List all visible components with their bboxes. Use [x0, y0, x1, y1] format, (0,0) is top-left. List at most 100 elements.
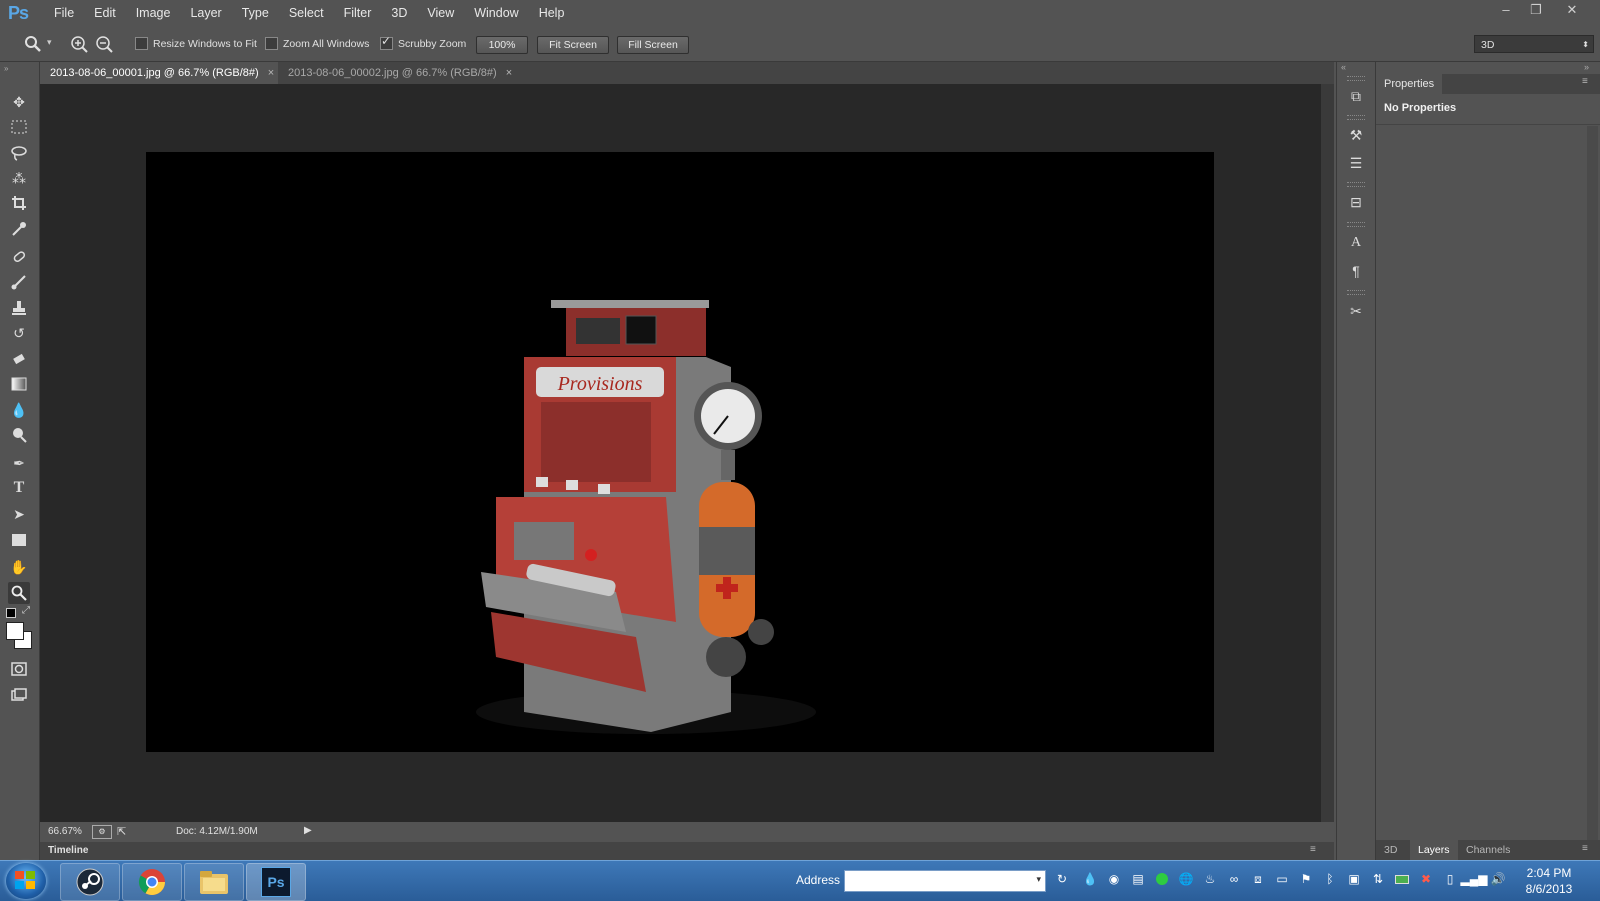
clone-stamp-tool-icon[interactable]	[8, 297, 30, 319]
history-brush-tool-icon[interactable]: ↺	[8, 322, 30, 344]
dodge-tool-icon[interactable]	[8, 424, 30, 446]
3d-panel-icon[interactable]: ⚒	[1345, 124, 1367, 146]
collapse-arrows-icon[interactable]: »	[4, 64, 8, 73]
status-map-icon[interactable]: ⚙	[92, 825, 112, 839]
preset-dropdown-icon[interactable]: ▾	[47, 37, 52, 48]
eraser-tool-icon[interactable]	[8, 348, 30, 370]
explorer-taskbar-button[interactable]	[184, 863, 244, 901]
refresh-icon[interactable]: ↻	[1054, 871, 1070, 887]
zoom-tool-icon[interactable]	[8, 582, 30, 604]
eyedropper-tool-icon[interactable]	[8, 218, 30, 240]
tab-3d[interactable]: 3D	[1376, 840, 1405, 860]
magic-wand-tool-icon[interactable]: ⁂	[8, 167, 30, 189]
volume-icon[interactable]: 🔊	[1490, 871, 1506, 887]
tray-steam-icon[interactable]: ♨	[1202, 871, 1218, 887]
path-selection-tool-icon[interactable]: ➤	[8, 503, 30, 525]
system-clock[interactable]: 2:04 PM 8/6/2013	[1506, 865, 1592, 897]
tray-app-icon[interactable]: ◉	[1106, 871, 1122, 887]
tab-layers[interactable]: Layers	[1410, 840, 1458, 860]
scrubby-zoom-checkbox[interactable]: Scrubby Zoom	[380, 34, 466, 50]
document-tab-2[interactable]: 2013-08-06_00002.jpg @ 66.7% (RGB/8#) ×	[278, 62, 523, 84]
character-panel-icon[interactable]: A	[1345, 232, 1367, 254]
checkbox-box[interactable]	[135, 37, 148, 50]
rectangle-tool-icon[interactable]	[8, 529, 30, 551]
layer-comps-icon[interactable]: ⊟	[1345, 191, 1367, 213]
panel-collapse-icon[interactable]: »	[1584, 62, 1589, 72]
timeline-tab[interactable]: Timeline	[48, 845, 88, 856]
move-tool-icon[interactable]: ✥	[8, 91, 30, 113]
tray-globe-icon[interactable]: 🌐	[1178, 871, 1194, 887]
checkbox-box[interactable]	[265, 37, 278, 50]
checkbox-box-checked[interactable]	[380, 34, 393, 50]
adjustments-panel-icon[interactable]: ☰	[1345, 152, 1367, 174]
quick-mask-icon[interactable]	[8, 658, 30, 680]
tab-channels[interactable]: Channels	[1458, 840, 1518, 860]
restore-button[interactable]: ❐	[1520, 0, 1552, 20]
fit-screen-button[interactable]: Fit Screen	[537, 36, 609, 54]
properties-tab[interactable]: Properties	[1376, 74, 1443, 94]
layers-menu-icon[interactable]: ≡	[1582, 843, 1588, 854]
tray-error-icon[interactable]: ✖	[1418, 871, 1434, 887]
image-canvas[interactable]: Provisions	[146, 152, 1214, 752]
expand-arrows-icon[interactable]: «	[1341, 62, 1346, 72]
menu-window[interactable]: Window	[464, 0, 528, 27]
document-tab-1[interactable]: 2013-08-06_00001.jpg @ 66.7% (RGB/8#) ×	[40, 62, 285, 84]
close-button[interactable]: ✕	[1556, 0, 1588, 20]
tray-droplet-icon[interactable]: 💧	[1082, 871, 1098, 887]
properties-menu-icon[interactable]: ≡	[1582, 76, 1588, 87]
lasso-tool-icon[interactable]	[8, 142, 30, 164]
zoom-in-icon[interactable]	[70, 35, 88, 53]
workspace-select[interactable]: 3D ⬍	[1474, 35, 1594, 53]
timeline-menu-icon[interactable]: ≡	[1310, 844, 1316, 855]
menu-select[interactable]: Select	[279, 0, 334, 27]
tray-disk-icon[interactable]: ▤	[1130, 871, 1146, 887]
address-input[interactable]: ▾	[844, 870, 1046, 892]
export-icon[interactable]: ⇱	[117, 825, 126, 838]
menu-filter[interactable]: Filter	[334, 0, 382, 27]
tray-sync-icon[interactable]: ⇅	[1370, 871, 1386, 887]
gradient-tool-icon[interactable]	[8, 373, 30, 395]
blur-tool-icon[interactable]: 💧	[8, 399, 30, 421]
tool-presets-icon[interactable]: ✂	[1345, 300, 1367, 322]
type-tool-icon[interactable]: T	[8, 477, 30, 499]
bluetooth-icon[interactable]: ᛒ	[1322, 871, 1338, 887]
foreground-color-swatch[interactable]	[6, 622, 24, 640]
zoom-tool-preset-icon[interactable]	[24, 35, 42, 53]
status-menu-arrow-icon[interactable]: ▶	[304, 825, 312, 836]
action-center-flag-icon[interactable]: ⚑	[1298, 871, 1314, 887]
menu-help[interactable]: Help	[529, 0, 575, 27]
close-tab-icon[interactable]: ×	[268, 67, 274, 79]
default-colors-icon[interactable]	[6, 608, 16, 618]
close-tab-icon[interactable]: ×	[506, 67, 512, 79]
zoom-out-icon[interactable]	[95, 35, 113, 53]
hand-tool-icon[interactable]: ✋	[8, 556, 30, 578]
photoshop-taskbar-button[interactable]: Ps	[246, 863, 306, 901]
swap-colors-icon[interactable]: ⤢	[22, 605, 30, 616]
properties-scrollbar[interactable]	[1587, 126, 1598, 840]
minimize-button[interactable]: –	[1490, 0, 1522, 20]
zoom-all-windows-checkbox[interactable]: Zoom All Windows	[265, 37, 369, 50]
paragraph-panel-icon[interactable]: ¶	[1345, 260, 1367, 282]
battery-icon[interactable]	[1394, 871, 1410, 887]
tray-link-icon[interactable]: ∞	[1226, 871, 1242, 887]
resize-windows-checkbox[interactable]: Resize Windows to Fit	[135, 37, 257, 50]
history-panel-icon[interactable]: ⧉	[1345, 85, 1367, 107]
menu-type[interactable]: Type	[232, 0, 279, 27]
vertical-scrollbar[interactable]	[1321, 84, 1334, 822]
healing-brush-tool-icon[interactable]	[8, 246, 30, 268]
network-signal-icon[interactable]: ▂▄▆	[1461, 871, 1488, 887]
tray-devices-icon[interactable]: ⧈	[1250, 871, 1266, 887]
zoom-level[interactable]: 66.67%	[48, 826, 82, 837]
crop-tool-icon[interactable]	[8, 192, 30, 214]
menu-3d[interactable]: 3D	[381, 0, 417, 27]
menu-image[interactable]: Image	[126, 0, 181, 27]
brush-tool-icon[interactable]	[8, 271, 30, 293]
tray-green-icon[interactable]	[1154, 871, 1170, 887]
horizontal-scrollbar[interactable]	[40, 800, 1321, 822]
chrome-taskbar-button[interactable]	[122, 863, 182, 901]
marquee-tool-icon[interactable]	[8, 116, 30, 138]
menu-file[interactable]: File	[44, 0, 84, 27]
tray-display-icon[interactable]: ▭	[1274, 871, 1290, 887]
fill-screen-button[interactable]: Fill Screen	[617, 36, 689, 54]
tray-power-icon[interactable]: ▯	[1442, 871, 1458, 887]
